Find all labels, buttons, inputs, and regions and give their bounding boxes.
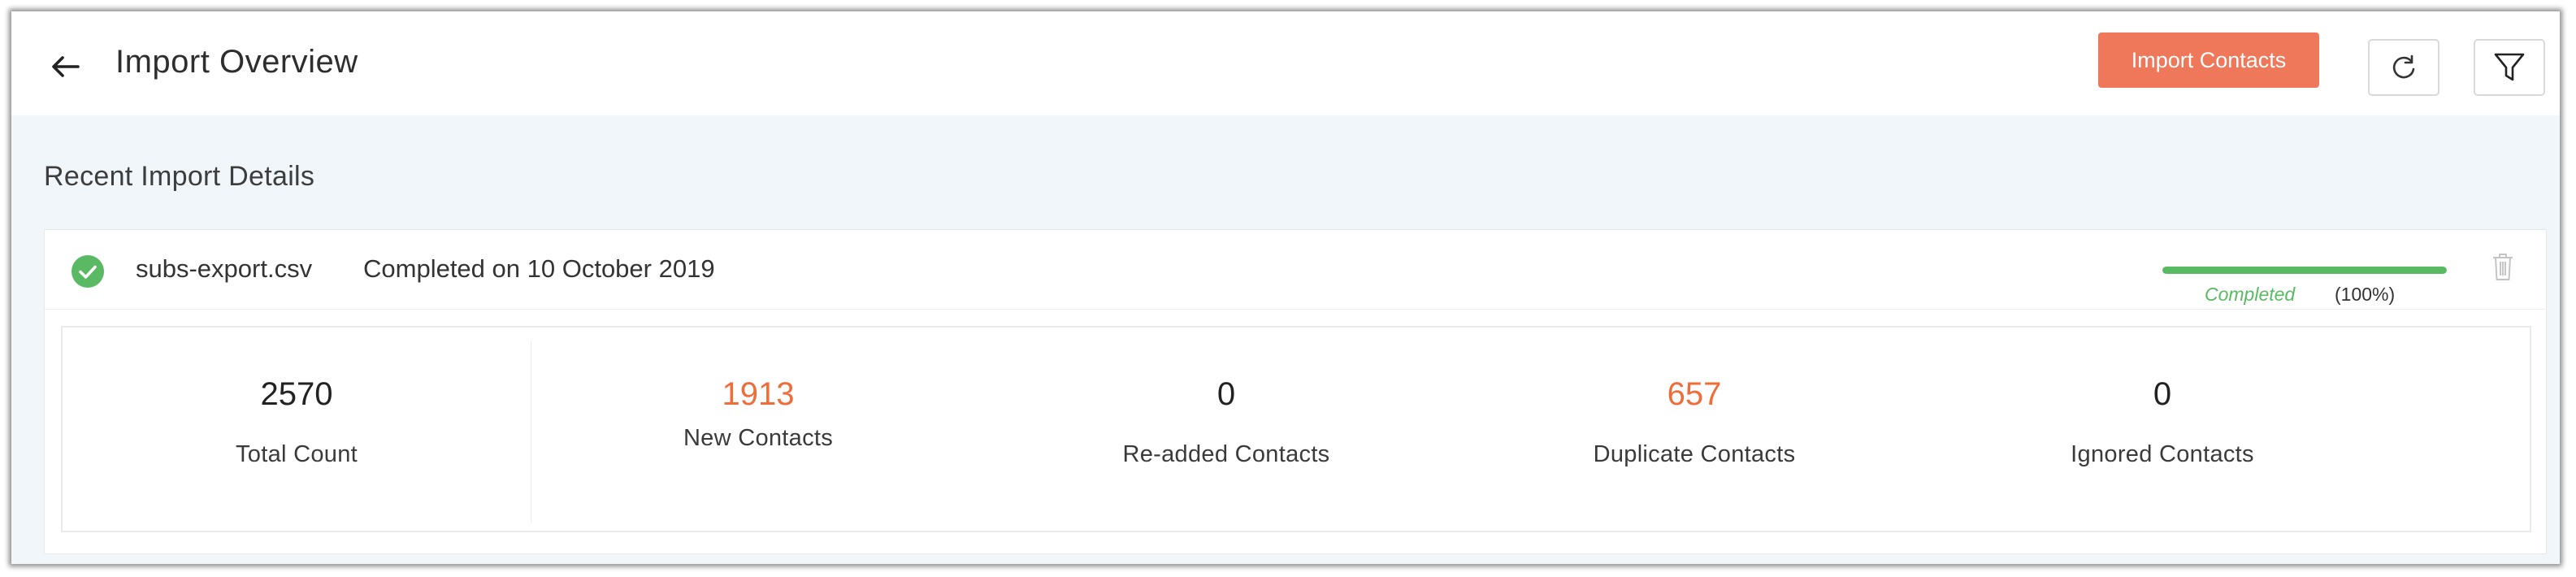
import-contacts-button[interactable]: Import Contacts (2098, 33, 2319, 88)
file-name: subs-export.csv (136, 254, 313, 283)
stat-duplicate-contacts: 657 Duplicate Contacts (1532, 328, 1857, 531)
stat-value: 2570 (260, 376, 333, 412)
stat-label: Duplicate Contacts (1593, 441, 1796, 467)
filter-icon (2494, 53, 2525, 81)
stat-label: Ignored Contacts (2071, 441, 2254, 467)
stat-new-contacts: 1913 New Contacts (596, 328, 921, 531)
import-overview-window: Import Overview Import Contacts Recent I… (11, 11, 2560, 564)
recent-import-section: Recent Import Details subs-export.csv Co… (11, 115, 2560, 564)
refresh-button[interactable] (2368, 39, 2439, 96)
stat-value: 657 (1667, 376, 1722, 412)
import-card-header: subs-export.csv Completed on 10 October … (45, 230, 2546, 310)
section-title: Recent Import Details (44, 161, 315, 192)
stat-readded-contacts: 0 Re-added Contacts (1064, 328, 1389, 531)
completion-date: Completed on 10 October 2019 (363, 254, 715, 283)
progress-percent: (100%) (2335, 284, 2396, 305)
import-stats: 2570 Total Count 1913 New Contacts 0 Re-… (61, 326, 2531, 532)
page-title: Import Overview (115, 44, 358, 80)
refresh-icon (2392, 54, 2415, 79)
progress-status: Completed (2205, 284, 2296, 305)
stat-value: 0 (1216, 376, 1236, 412)
progress-bar (2162, 267, 2447, 274)
stat-label: Re-added Contacts (1122, 441, 1330, 467)
stat-value: 0 (2153, 376, 2172, 412)
page-header: Import Overview Import Contacts (11, 11, 2560, 115)
stat-total-count: 2570 Total Count (134, 328, 459, 531)
stat-label: Total Count (236, 441, 358, 467)
check-circle-icon (72, 255, 104, 288)
stat-label: New Contacts (683, 425, 834, 451)
progress-bar-fill (2162, 267, 2447, 274)
trash-icon[interactable] (2491, 251, 2515, 282)
filter-button[interactable] (2474, 39, 2545, 96)
stat-ignored-contacts: 0 Ignored Contacts (2000, 328, 2325, 531)
import-card: subs-export.csv Completed on 10 October … (44, 229, 2547, 554)
stat-value: 1913 (722, 376, 795, 412)
back-arrow-icon[interactable] (47, 49, 83, 85)
